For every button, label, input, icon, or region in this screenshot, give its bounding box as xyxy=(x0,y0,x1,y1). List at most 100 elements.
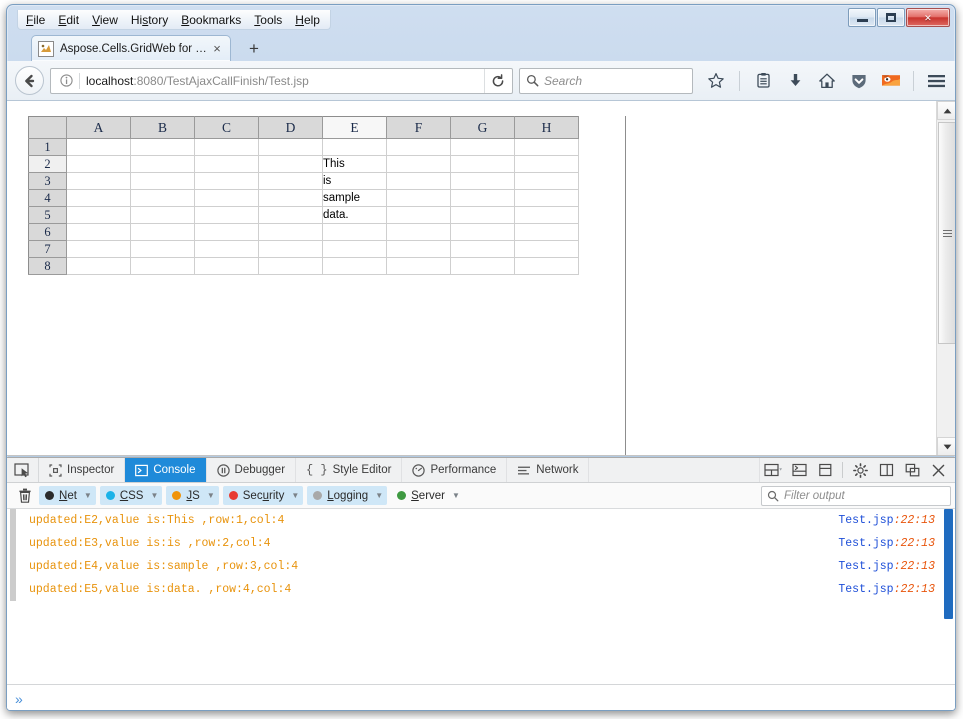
scrollbar-thumb[interactable] xyxy=(938,122,955,344)
cell-b2[interactable] xyxy=(130,155,195,173)
element-picker-icon[interactable] xyxy=(7,458,39,482)
cell-e3[interactable]: is xyxy=(322,172,387,190)
minimize-button[interactable] xyxy=(848,8,876,27)
menu-item-view[interactable]: View xyxy=(92,13,118,27)
tab-performance[interactable]: Performance xyxy=(402,458,508,482)
select-iframe-icon[interactable] xyxy=(812,458,838,483)
select-all-corner[interactable] xyxy=(28,116,67,139)
close-window-button[interactable]: × xyxy=(906,8,950,27)
dock-side-icon[interactable] xyxy=(873,458,899,483)
column-header-a[interactable]: A xyxy=(66,116,131,139)
cell-a1[interactable] xyxy=(66,138,131,156)
column-header-h[interactable]: H xyxy=(514,116,579,139)
cell-h4[interactable] xyxy=(514,189,579,207)
cell-f4[interactable] xyxy=(386,189,451,207)
console-output-list[interactable]: updated:E2,value is:This ,row:1,col:4 Te… xyxy=(7,509,955,685)
console-message-source[interactable]: Test.jsp:22:13 xyxy=(838,537,935,550)
row-header-8[interactable]: 8 xyxy=(28,257,67,275)
cell-h8[interactable] xyxy=(514,257,579,275)
page-vertical-scrollbar[interactable] xyxy=(936,101,955,455)
row-header-3[interactable]: 3 xyxy=(28,172,67,190)
cell-c7[interactable] xyxy=(194,240,259,258)
cell-g8[interactable] xyxy=(450,257,515,275)
filter-js[interactable]: JS ▼ xyxy=(166,486,219,505)
cell-d4[interactable] xyxy=(258,189,323,207)
chevron-down-icon[interactable]: ▼ xyxy=(291,491,299,500)
close-devtools-icon[interactable] xyxy=(925,458,951,483)
cell-e2[interactable]: This xyxy=(322,155,387,173)
cell-b1[interactable] xyxy=(130,138,195,156)
home-icon[interactable] xyxy=(816,69,838,93)
column-header-g[interactable]: G xyxy=(450,116,515,139)
menu-item-tools[interactable]: Tools xyxy=(254,13,282,27)
menu-item-bookmarks[interactable]: Bookmarks xyxy=(181,13,241,27)
source-file-link[interactable]: Test.jsp xyxy=(838,537,893,550)
cell-d7[interactable] xyxy=(258,240,323,258)
cell-c1[interactable] xyxy=(194,138,259,156)
cell-c2[interactable] xyxy=(194,155,259,173)
console-message[interactable]: updated:E2,value is:This ,row:1,col:4 Te… xyxy=(7,509,955,532)
source-file-link[interactable]: Test.jsp xyxy=(838,583,893,596)
cell-e7[interactable] xyxy=(322,240,387,258)
cell-f2[interactable] xyxy=(386,155,451,173)
cell-h1[interactable] xyxy=(514,138,579,156)
clear-console-button[interactable] xyxy=(11,483,39,508)
pocket-shield-icon[interactable] xyxy=(848,69,870,93)
gridweb-spreadsheet[interactable]: A B C D E F G H 1 2 This 3 is 4 sample 5… xyxy=(28,116,626,455)
cell-h5[interactable] xyxy=(514,206,579,224)
cell-h3[interactable] xyxy=(514,172,579,190)
reader-list-icon[interactable] xyxy=(752,69,774,93)
cell-b4[interactable] xyxy=(130,189,195,207)
hamburger-menu-icon[interactable] xyxy=(925,69,947,93)
chevron-down-icon[interactable]: ▼ xyxy=(150,491,158,500)
scroll-up-button[interactable] xyxy=(937,101,955,120)
filter-css[interactable]: CSS ▼ xyxy=(99,486,163,505)
chevron-down-icon[interactable]: ▼ xyxy=(84,491,92,500)
cell-e1[interactable] xyxy=(322,138,387,156)
cell-h2[interactable] xyxy=(514,155,579,173)
cell-g6[interactable] xyxy=(450,223,515,241)
cell-f7[interactable] xyxy=(386,240,451,258)
cell-d8[interactable] xyxy=(258,257,323,275)
cell-c8[interactable] xyxy=(194,257,259,275)
cell-d3[interactable] xyxy=(258,172,323,190)
menu-item-history[interactable]: History xyxy=(131,13,168,27)
cell-g3[interactable] xyxy=(450,172,515,190)
cell-h7[interactable] xyxy=(514,240,579,258)
cell-f1[interactable] xyxy=(386,138,451,156)
cell-c4[interactable] xyxy=(194,189,259,207)
filter-net[interactable]: Net ▼ xyxy=(39,486,96,505)
console-message[interactable]: updated:E5,value is:data. ,row:4,col:4 T… xyxy=(7,578,955,601)
cell-f3[interactable] xyxy=(386,172,451,190)
cell-e8[interactable] xyxy=(322,257,387,275)
back-button[interactable] xyxy=(15,66,44,95)
chevron-down-icon[interactable]: ▼ xyxy=(452,491,460,500)
cell-a4[interactable] xyxy=(66,189,131,207)
cell-b3[interactable] xyxy=(130,172,195,190)
cell-g4[interactable] xyxy=(450,189,515,207)
row-header-7[interactable]: 7 xyxy=(28,240,67,258)
menu-item-file[interactable]: File xyxy=(26,13,45,27)
tab-inspector[interactable]: Inspector xyxy=(39,458,126,482)
cell-g5[interactable] xyxy=(450,206,515,224)
filter-server[interactable]: Server ▼ xyxy=(391,486,464,505)
console-message-source[interactable]: Test.jsp:22:13 xyxy=(838,514,935,527)
firefox-account-icon[interactable] xyxy=(880,69,902,93)
cell-b8[interactable] xyxy=(130,257,195,275)
console-vertical-scrollbar[interactable] xyxy=(944,509,953,619)
row-header-5[interactable]: 5 xyxy=(28,206,67,224)
settings-gear-icon[interactable] xyxy=(847,458,873,483)
cell-f6[interactable] xyxy=(386,223,451,241)
cell-g1[interactable] xyxy=(450,138,515,156)
cell-e5[interactable]: data. xyxy=(322,206,387,224)
cell-a6[interactable] xyxy=(66,223,131,241)
console-message-source[interactable]: Test.jsp:22:13 xyxy=(838,583,935,596)
cell-c3[interactable] xyxy=(194,172,259,190)
console-message-source[interactable]: Test.jsp:22:13 xyxy=(838,560,935,573)
tab-close-icon[interactable]: × xyxy=(210,42,224,55)
cell-b7[interactable] xyxy=(130,240,195,258)
column-header-d[interactable]: D xyxy=(258,116,323,139)
dock-separate-window-icon[interactable] xyxy=(899,458,925,483)
cell-a3[interactable] xyxy=(66,172,131,190)
chevron-down-icon[interactable]: ▼ xyxy=(207,491,215,500)
